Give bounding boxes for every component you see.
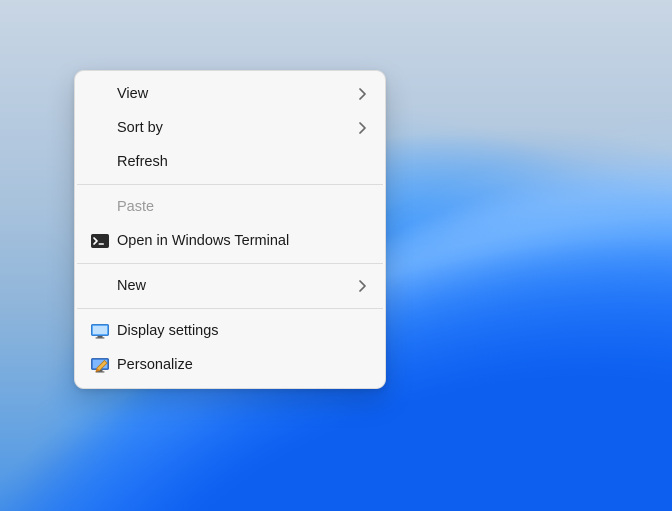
menu-item-label: New (117, 278, 358, 294)
chevron-right-icon (358, 122, 367, 134)
menu-item-personalize[interactable]: Personalize (79, 348, 381, 382)
menu-item-label: Personalize (117, 357, 367, 373)
menu-item-display-settings[interactable]: Display settings (79, 314, 381, 348)
menu-item-open-windows-terminal[interactable]: Open in Windows Terminal (79, 224, 381, 258)
menu-divider (77, 263, 383, 264)
menu-item-label: Sort by (117, 120, 358, 136)
desktop-background[interactable]: View Sort by Refresh Paste (0, 0, 672, 511)
menu-item-paste: Paste (79, 190, 381, 224)
menu-item-view[interactable]: View (79, 77, 381, 111)
monitor-icon (91, 324, 117, 339)
menu-item-label: Display settings (117, 323, 367, 339)
menu-divider (77, 184, 383, 185)
menu-item-new[interactable]: New (79, 269, 381, 303)
menu-divider (77, 308, 383, 309)
menu-item-sort-by[interactable]: Sort by (79, 111, 381, 145)
desktop-context-menu: View Sort by Refresh Paste (74, 70, 386, 389)
menu-item-label: Open in Windows Terminal (117, 233, 367, 249)
personalize-icon (91, 358, 117, 373)
menu-item-refresh[interactable]: Refresh (79, 145, 381, 179)
menu-item-label: Refresh (117, 154, 367, 170)
menu-item-label: Paste (117, 199, 367, 215)
chevron-right-icon (358, 88, 367, 100)
terminal-icon (91, 234, 117, 248)
menu-item-label: View (117, 86, 358, 102)
chevron-right-icon (358, 280, 367, 292)
